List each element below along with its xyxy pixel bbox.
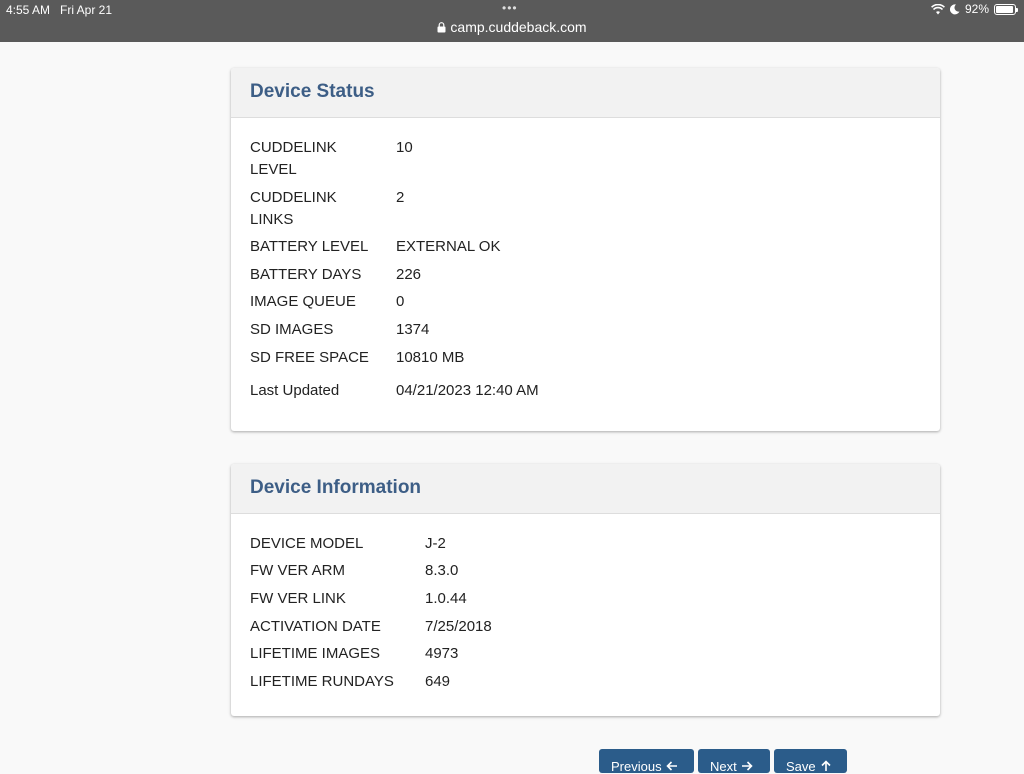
status-value: 2 [396,189,405,206]
arrow-right-icon [741,761,753,771]
status-label: CUDDELINK LEVEL [250,139,337,178]
more-dots-icon[interactable]: ••• [502,1,518,15]
status-label: SD FREE SPACE [250,349,369,366]
battery-icon [994,3,1018,15]
battery-percent: 92% [964,2,989,16]
arrow-up-icon [821,760,831,771]
status-value: 10810 MB [396,349,465,366]
status-label: BATTERY LEVEL [250,238,369,255]
status-label: IMAGE QUEUE [250,293,356,310]
info-value: 1.0.44 [425,590,467,607]
last-updated-value: 04/21/2023 12:40 AM [396,382,539,399]
status-indicators: 92% [931,2,1018,16]
lock-icon [437,22,446,33]
next-button-label: Next [710,759,737,774]
previous-button[interactable]: Previous [599,749,694,774]
save-button-label: Save [786,759,816,774]
info-label: FW VER LINK [250,590,346,607]
status-value: EXTERNAL OK [396,238,501,255]
info-label: LIFETIME RUNDAYS [250,673,394,690]
browser-top-bar: 4:55 AM Fri Apr 21 ••• camp.cuddeback.co… [0,0,1024,42]
device-status-header: Device Status [231,68,940,118]
info-value: 4973 [425,645,459,662]
battery-fill [996,5,1013,13]
status-label: BATTERY DAYS [250,266,362,283]
info-label: ACTIVATION DATE [250,618,381,635]
status-date: Fri Apr 21 [60,3,113,17]
device-status-title: Device Status [250,81,375,102]
device-information-title: Device Information [250,477,422,498]
url-text: camp.cuddeback.com [450,19,587,35]
last-updated-label: Last Updated [250,382,340,399]
status-value: 0 [396,293,405,310]
arrow-left-icon [665,761,677,771]
wifi-icon [931,3,945,14]
status-value: 1374 [396,321,430,338]
address-bar[interactable]: camp.cuddeback.com [0,19,1024,35]
previous-button-label: Previous [611,759,662,774]
status-label: CUDDELINK LINKS [250,189,337,228]
status-value: 226 [396,266,422,283]
info-value: J-2 [425,535,446,552]
info-label: DEVICE MODEL [250,535,364,552]
device-information-header: Device Information [231,464,940,514]
info-value: 649 [425,673,451,690]
info-value: 7/25/2018 [425,618,492,635]
status-value: 10 [396,139,413,156]
info-label: FW VER ARM [250,562,346,579]
device-information-card: Device Information DEVICE MODEL J-2 FW V… [231,464,940,716]
next-button[interactable]: Next [698,749,770,774]
status-label: SD IMAGES [250,321,334,338]
device-status-card: Device Status CUDDELINK LEVEL 10 CUDDELI… [231,68,940,431]
status-time: 4:55 AM [6,3,51,17]
moon-icon [949,3,960,14]
info-value: 8.3.0 [425,562,459,579]
save-button[interactable]: Save [774,749,847,774]
info-label: LIFETIME IMAGES [250,645,381,662]
